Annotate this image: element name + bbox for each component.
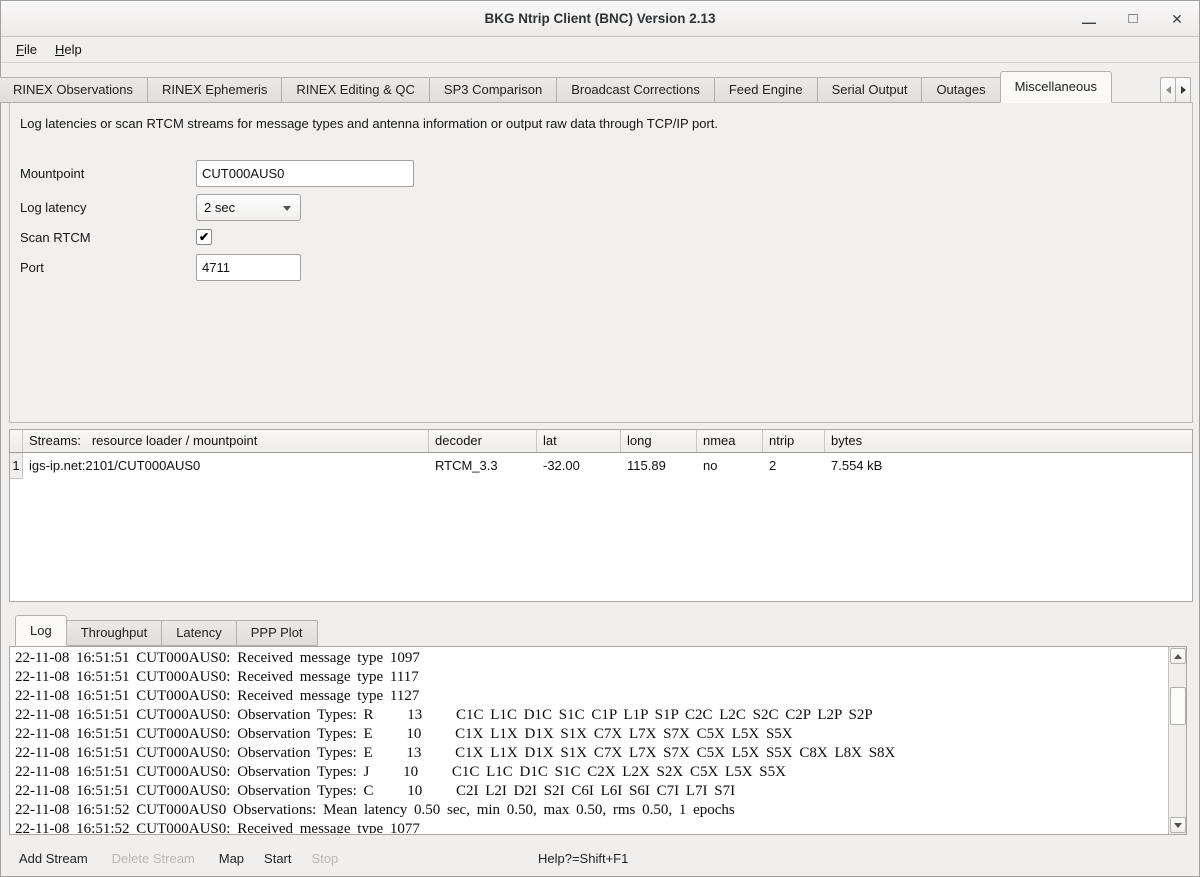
stream-decoder-cell: RTCM_3.3	[429, 453, 537, 479]
minimize-icon[interactable]: —	[1081, 15, 1097, 29]
log-line: 22-11-08 16:51:51 CUT000AUS0: Observatio…	[15, 782, 1168, 801]
menu-file[interactable]: File	[7, 39, 46, 60]
log-line: 22-11-08 16:51:52 CUT000AUS0: Received m…	[15, 820, 1168, 833]
log-line: 22-11-08 16:51:51 CUT000AUS0: Observatio…	[15, 706, 1168, 725]
tab-feed-engine[interactable]: Feed Engine	[714, 77, 818, 103]
scan-rtcm-checkbox[interactable]: ✔	[196, 229, 212, 245]
maximize-icon[interactable]: □	[1125, 12, 1141, 26]
tab-sp3-comparison[interactable]: SP3 Comparison	[429, 77, 557, 103]
streams-header-decoder[interactable]: decoder	[429, 430, 537, 452]
stream-mountpoint-cell: igs-ip.net:2101/CUT000AUS0	[23, 453, 429, 479]
streams-table: Streams: resource loader / mountpoint de…	[9, 429, 1193, 602]
mountpoint-label: Mountpoint	[20, 160, 84, 187]
streams-header-lat[interactable]: lat	[537, 430, 621, 452]
tab-scroll-left-button[interactable]	[1160, 77, 1176, 103]
tab-scroll-buttons	[1161, 77, 1191, 103]
streams-corner-cell	[10, 430, 23, 452]
log-frame: 22-11-08 16:51:51 CUT000AUS0: Received m…	[9, 646, 1187, 835]
stream-bytes-cell: 7.554 kB	[825, 453, 1192, 479]
tab-rinex-ephemeris[interactable]: RINEX Ephemeris	[147, 77, 282, 103]
streams-header-row: Streams: resource loader / mountpoint de…	[10, 430, 1192, 453]
map-button[interactable]: Map	[219, 851, 244, 866]
tab-ppp-plot[interactable]: PPP Plot	[236, 620, 318, 646]
scroll-right-icon	[1181, 86, 1186, 94]
log-line: 22-11-08 16:51:51 CUT000AUS0: Received m…	[15, 649, 1168, 668]
start-button[interactable]: Start	[264, 851, 291, 866]
log-line: 22-11-08 16:51:51 CUT000AUS0: Received m…	[15, 687, 1168, 706]
streams-header-long[interactable]: long	[621, 430, 697, 452]
scroll-left-icon	[1166, 86, 1171, 94]
log-line: 22-11-08 16:51:52 CUT000AUS0 Observation…	[15, 801, 1168, 820]
port-input[interactable]	[196, 254, 301, 281]
stream-lat-cell: -32.00	[537, 453, 621, 479]
stop-button[interactable]: Stop	[312, 851, 339, 866]
tab-throughput[interactable]: Throughput	[66, 620, 163, 646]
stream-ntrip-cell: 2	[763, 453, 825, 479]
tab-rinex-editing-qc[interactable]: RINEX Editing & QC	[281, 77, 430, 103]
pane-description: Log latencies or scan RTCM streams for m…	[20, 116, 718, 131]
checkmark-icon: ✔	[199, 230, 209, 244]
title-bar[interactable]: BKG Ntrip Client (BNC) Version 2.13 — □ …	[1, 1, 1199, 37]
stream-nmea-cell: no	[697, 453, 763, 479]
table-row[interactable]: 1 igs-ip.net:2101/CUT000AUS0 RTCM_3.3 -3…	[10, 453, 1192, 479]
streams-header-nmea[interactable]: nmea	[697, 430, 763, 452]
port-label: Port	[20, 254, 44, 281]
bottom-toolbar: Add Stream Delete Stream Map Start Stop …	[1, 840, 1199, 876]
scrollbar-thumb[interactable]	[1170, 687, 1186, 725]
log-latency-label: Log latency	[20, 194, 87, 221]
scrollbar-up-icon	[1174, 654, 1182, 659]
window-title: BKG Ntrip Client (BNC) Version 2.13	[484, 11, 715, 26]
add-stream-button[interactable]: Add Stream	[19, 851, 88, 866]
log-line: 22-11-08 16:51:51 CUT000AUS0: Observatio…	[15, 725, 1168, 744]
dropdown-arrow-icon	[283, 206, 291, 211]
window-controls: — □ ✕	[1081, 1, 1185, 37]
delete-stream-button[interactable]: Delete Stream	[112, 851, 195, 866]
log-line: 22-11-08 16:51:51 CUT000AUS0: Observatio…	[15, 744, 1168, 763]
bottom-tab-bar: Log Throughput Latency PPP Plot	[16, 615, 318, 646]
scan-rtcm-label: Scan RTCM	[20, 224, 91, 251]
log-latency-value: 2 sec	[204, 200, 235, 215]
help-hint: Help?=Shift+F1	[538, 851, 628, 866]
tab-serial-output[interactable]: Serial Output	[817, 77, 923, 103]
row-number: 1	[10, 453, 23, 479]
tab-latency[interactable]: Latency	[161, 620, 237, 646]
log-latency-select[interactable]: 2 sec	[196, 194, 301, 221]
log-scrollbar[interactable]	[1168, 647, 1186, 834]
streams-header-bytes[interactable]: bytes	[825, 430, 1192, 452]
tab-miscellaneous[interactable]: Miscellaneous	[1000, 71, 1112, 103]
menu-help[interactable]: Help	[46, 39, 91, 60]
log-view[interactable]: 22-11-08 16:51:51 CUT000AUS0: Received m…	[11, 648, 1168, 833]
miscellaneous-pane: Log latencies or scan RTCM streams for m…	[9, 102, 1193, 423]
main-tab-bar: RINEX Observations RINEX Ephemeris RINEX…	[0, 71, 1112, 103]
stream-long-cell: 115.89	[621, 453, 697, 479]
close-icon[interactable]: ✕	[1169, 12, 1185, 26]
mountpoint-input[interactable]	[196, 160, 414, 187]
scrollbar-up-button[interactable]	[1170, 648, 1186, 664]
tab-outages[interactable]: Outages	[921, 77, 1000, 103]
app-window: BKG Ntrip Client (BNC) Version 2.13 — □ …	[0, 0, 1200, 877]
scrollbar-down-icon	[1174, 823, 1182, 828]
scrollbar-down-button[interactable]	[1170, 817, 1186, 833]
tab-rinex-observations[interactable]: RINEX Observations	[0, 77, 148, 103]
log-line: 22-11-08 16:51:51 CUT000AUS0: Received m…	[15, 668, 1168, 687]
streams-header-mountpoint[interactable]: Streams: resource loader / mountpoint	[23, 430, 429, 452]
streams-header-ntrip[interactable]: ntrip	[763, 430, 825, 452]
tab-log[interactable]: Log	[15, 615, 67, 646]
log-line: 22-11-08 16:51:51 CUT000AUS0: Observatio…	[15, 763, 1168, 782]
tab-scroll-right-button[interactable]	[1175, 77, 1191, 103]
tab-broadcast-corrections[interactable]: Broadcast Corrections	[556, 77, 715, 103]
menu-bar: File Help	[1, 37, 1199, 63]
